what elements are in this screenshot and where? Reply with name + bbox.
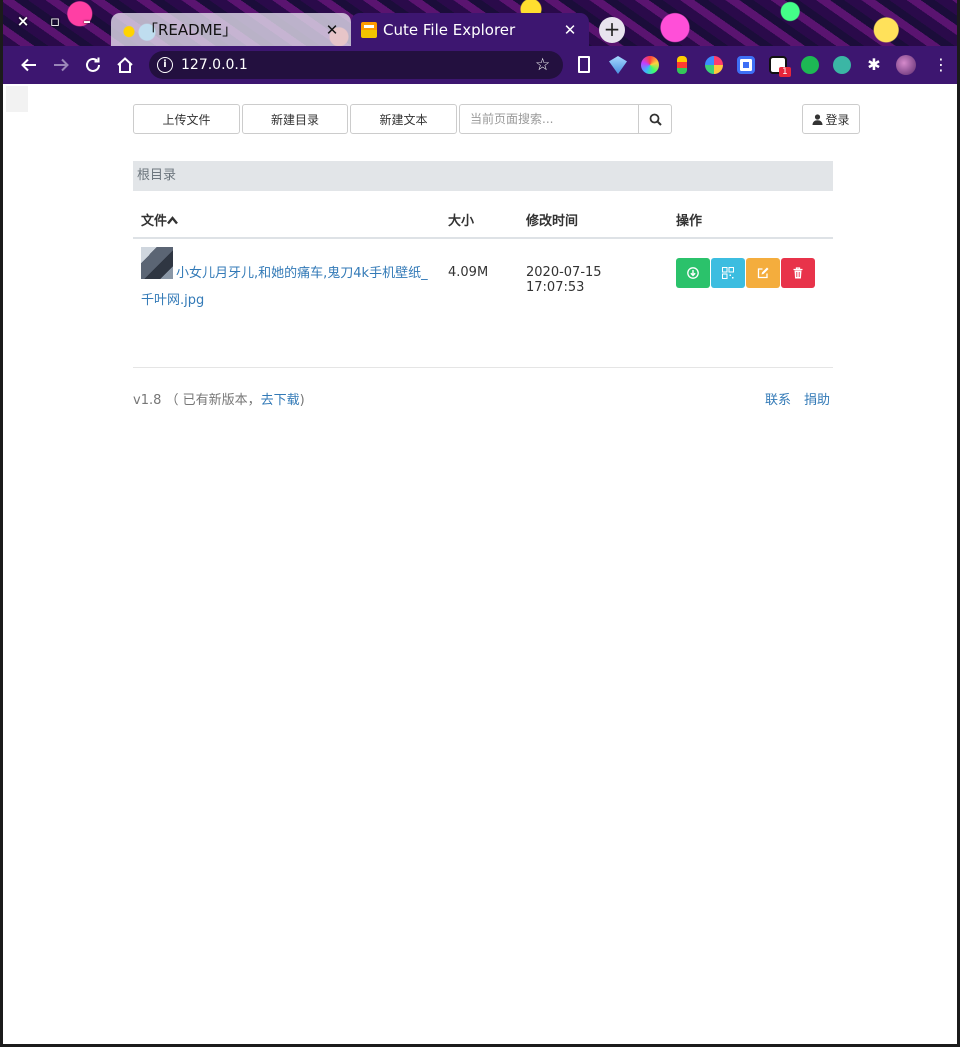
search-input[interactable] — [459, 104, 639, 134]
search-icon — [649, 113, 662, 126]
file-size: 4.09M — [448, 265, 489, 280]
search-group — [459, 104, 672, 134]
window-minimize-icon[interactable]: – — [77, 12, 97, 30]
download-button[interactable] — [676, 258, 710, 288]
arrow-right-icon — [54, 58, 69, 72]
readme-favicon-icon — [121, 21, 137, 38]
file-name-cell: 小女儿月牙儿,和她的痛车,鬼刀4k手机壁纸_千叶网.jpg — [133, 238, 440, 314]
home-button[interactable] — [112, 52, 138, 78]
download-icon — [687, 267, 699, 279]
multicolor-extension-icon[interactable] — [705, 56, 723, 74]
footer-links: 联系 捐助 — [765, 389, 830, 408]
header-file[interactable]: 文件 — [133, 202, 440, 239]
upload-file-button[interactable]: 上传文件 — [133, 104, 240, 134]
tab-strip: × ▫ – 「README」 ✕ Cute File Explorer ✕ + — [3, 0, 957, 46]
contact-link[interactable]: 联系 — [765, 389, 791, 408]
extension-badge: 1 — [779, 67, 791, 77]
file-table: 文件 大小 修改时间 操作 小女儿月牙儿,和她的痛车,鬼刀4k手机壁纸_千叶网.… — [133, 202, 833, 314]
login-button[interactable]: 登录 — [802, 104, 860, 134]
menu-kebab-icon[interactable]: ⋮ — [933, 56, 949, 74]
update-prefix: （ 已有新版本， — [165, 393, 261, 408]
user-icon — [812, 113, 823, 125]
actions-bar: 上传文件 新建目录 新建文本 — [133, 104, 672, 134]
donate-link[interactable]: 捐助 — [804, 389, 830, 408]
table-row: 小女儿月牙儿,和她的痛车,鬼刀4k手机壁纸_千叶网.jpg 4.09M 2020… — [133, 238, 833, 314]
home-icon — [117, 57, 133, 73]
search-button[interactable] — [639, 104, 672, 134]
bookmark-star-icon[interactable]: ☆ — [535, 55, 553, 75]
download-update-link[interactable]: 去下载 — [261, 393, 300, 408]
breadcrumb[interactable]: 根目录 — [133, 161, 833, 191]
qrcode-icon — [722, 267, 734, 279]
reading-list-icon[interactable] — [578, 56, 590, 73]
update-suffix: ) — [299, 393, 305, 408]
back-button[interactable] — [16, 52, 42, 78]
forward-button[interactable] — [48, 52, 74, 78]
header-file-label: 文件 — [141, 214, 168, 229]
page-content: 上传文件 新建目录 新建文本 登录 根目录 文件 大小 — [3, 84, 957, 1044]
address-bar[interactable]: i 127.0.0.1 ☆ — [149, 51, 563, 79]
tab-readme[interactable]: 「README」 ✕ — [111, 13, 351, 46]
bookmark-extension-icon[interactable] — [677, 56, 687, 74]
tab-cute-file-explorer[interactable]: Cute File Explorer ✕ — [351, 13, 589, 46]
address-url[interactable]: 127.0.0.1 — [181, 57, 535, 73]
browser-toolbar: i 127.0.0.1 ☆ 1 ✱ ⋮ — [3, 46, 957, 84]
header-size[interactable]: 大小 — [440, 202, 518, 239]
edit-button[interactable] — [746, 258, 780, 288]
info-icon[interactable]: i — [157, 57, 173, 73]
avatar[interactable] — [896, 55, 916, 75]
color-picker-extension-icon[interactable] — [641, 56, 659, 74]
tab-close-icon[interactable]: ✕ — [323, 21, 341, 39]
browser-window: × ▫ – 「README」 ✕ Cute File Explorer ✕ + — [0, 0, 960, 1047]
new-text-button[interactable]: 新建文本 — [350, 104, 457, 134]
arrow-left-icon — [21, 58, 36, 72]
file-link[interactable]: 小女儿月牙儿,和她的痛车,鬼刀4k手机壁纸_千叶网.jpg — [141, 266, 428, 308]
header-time[interactable]: 修改时间 — [518, 202, 668, 239]
qrcode-button[interactable] — [711, 258, 745, 288]
new-directory-button[interactable]: 新建目录 — [242, 104, 348, 134]
edit-icon — [757, 267, 769, 279]
window-close-icon[interactable]: × — [13, 12, 33, 30]
reload-icon — [86, 57, 100, 72]
file-thumbnail[interactable] — [141, 247, 173, 279]
q-extension-icon[interactable] — [737, 56, 755, 74]
page-corner-artifact — [6, 86, 28, 112]
file-operations — [668, 239, 833, 288]
trash-icon — [793, 267, 803, 279]
sort-up-icon — [167, 216, 178, 225]
window-maximize-icon[interactable]: ▫ — [45, 12, 65, 30]
header-ops: 操作 — [668, 202, 833, 239]
spotify-extension-icon[interactable] — [801, 56, 819, 74]
delete-button[interactable] — [781, 258, 815, 288]
diamond-extension-icon[interactable] — [609, 56, 627, 74]
version-label: v1.8 — [133, 393, 162, 408]
puzzle-icon[interactable]: ✱ — [865, 56, 883, 74]
tab-title: Cute File Explorer — [383, 20, 516, 39]
reload-button[interactable] — [80, 52, 106, 78]
version-info: v1.8 （ 已有新版本，去下载) — [133, 389, 305, 408]
tab-close-icon[interactable]: ✕ — [561, 21, 579, 39]
tab-title: 「README」 — [143, 21, 238, 39]
cute-explorer-favicon-icon — [361, 21, 377, 38]
new-tab-button[interactable]: + — [599, 17, 625, 43]
table-header-row: 文件 大小 修改时间 操作 — [133, 202, 833, 239]
login-label: 登录 — [825, 112, 850, 127]
teal-extension-icon[interactable] — [833, 56, 851, 74]
file-modified-time: 2020-07-15 17:07:53 — [526, 265, 602, 295]
footer-divider — [133, 367, 833, 368]
